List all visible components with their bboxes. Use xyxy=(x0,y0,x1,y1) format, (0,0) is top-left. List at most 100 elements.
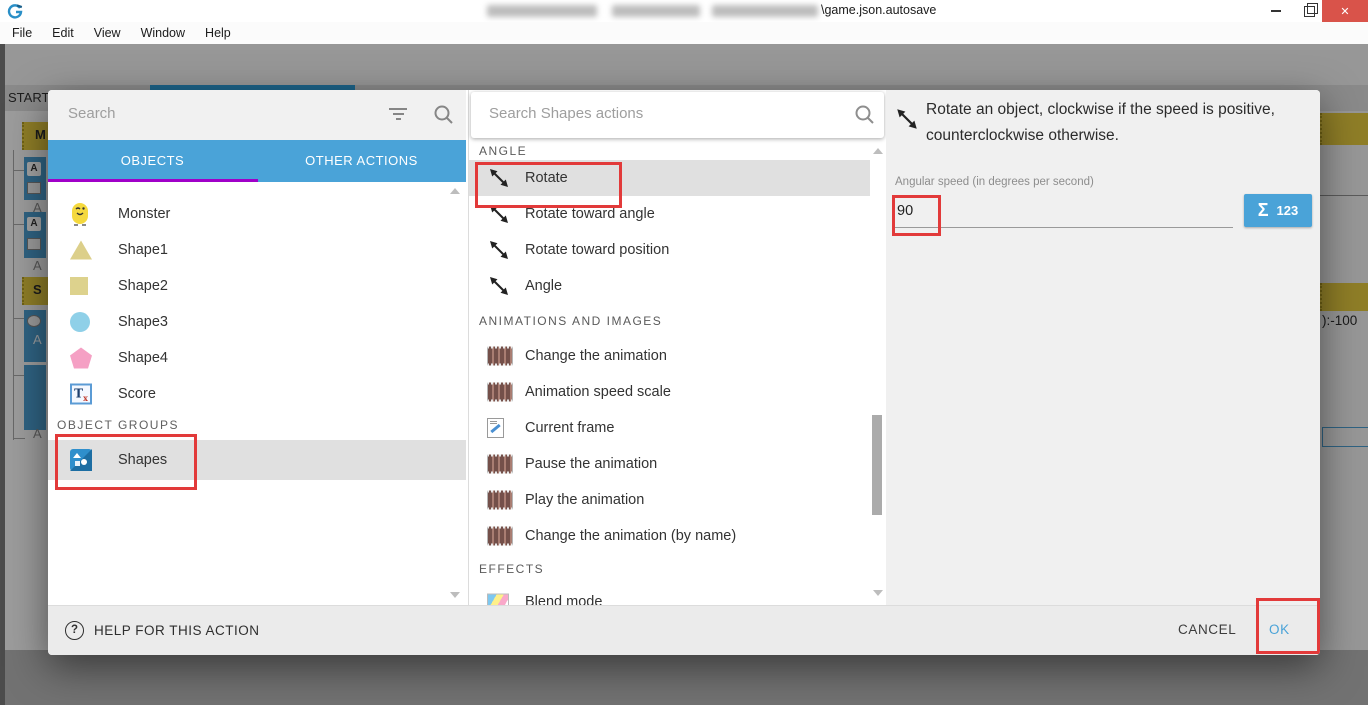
film-strip-icon xyxy=(487,346,513,366)
text-object-icon: Tx xyxy=(70,383,92,405)
scroll-down-icon[interactable] xyxy=(450,592,460,598)
action-label: Play the animation xyxy=(525,492,645,508)
menu-bar: File Edit View Window Help xyxy=(0,22,1368,44)
object-groups-header: OBJECT GROUPS xyxy=(57,418,179,432)
section-header-animations: ANIMATIONS AND IMAGES xyxy=(479,314,663,328)
object-label: Shape1 xyxy=(118,242,168,258)
menu-view[interactable]: View xyxy=(84,22,131,44)
action-row-rotate-toward-position[interactable]: Rotate toward position xyxy=(469,232,870,268)
action-editor-dialog: OBJECTS OTHER ACTIONS Monster Shape1 xyxy=(48,90,1320,655)
scroll-up-icon[interactable] xyxy=(450,188,460,194)
annotation-box-ok-button xyxy=(1256,598,1320,654)
triangle-icon xyxy=(70,240,92,260)
rotate-icon xyxy=(490,241,508,259)
object-label: Shape4 xyxy=(118,350,168,366)
menu-window[interactable]: Window xyxy=(131,22,195,44)
angular-speed-input[interactable] xyxy=(895,194,1235,227)
title-bar: \game.json.autosave ✕ xyxy=(0,0,1368,23)
action-row-pause-animation[interactable]: Pause the animation xyxy=(469,446,870,482)
sigma-icon: Σ xyxy=(1257,200,1269,220)
object-row-monster[interactable]: Monster xyxy=(48,196,466,232)
help-button[interactable]: HELP FOR THIS ACTION xyxy=(94,623,260,638)
action-row-animation-speed[interactable]: Animation speed scale xyxy=(469,374,870,410)
action-label: Current frame xyxy=(525,420,615,436)
object-row-shape2[interactable]: Shape2 xyxy=(48,268,466,304)
left-panel-tabs: OBJECTS OTHER ACTIONS xyxy=(48,140,466,182)
redacted-title-segment xyxy=(487,5,597,17)
menu-file[interactable]: File xyxy=(2,22,42,44)
actions-search-bar xyxy=(471,92,884,138)
annotation-box-rotate-action xyxy=(475,162,622,208)
object-row-score[interactable]: Tx Score xyxy=(48,376,466,412)
expression-button-label: 123 xyxy=(1276,203,1299,218)
objects-search-input[interactable] xyxy=(66,104,370,123)
object-row-shape4[interactable]: Shape4 xyxy=(48,340,466,376)
app-window: \game.json.autosave ✕ File Edit View Win… xyxy=(0,0,1368,705)
action-label: Rotate toward angle xyxy=(525,206,655,222)
film-strip-icon xyxy=(487,526,513,546)
cancel-button[interactable]: CANCEL xyxy=(1178,622,1236,637)
scroll-up-icon[interactable] xyxy=(873,148,883,154)
redacted-title-segment xyxy=(612,5,700,17)
redacted-title-segment xyxy=(712,5,818,17)
object-label: Score xyxy=(118,386,156,402)
field-label: Angular speed (in degrees per second) xyxy=(895,176,1094,188)
object-row-shape1[interactable]: Shape1 xyxy=(48,232,466,268)
restore-icon xyxy=(1303,2,1318,17)
object-row-shape3[interactable]: Shape3 xyxy=(48,304,466,340)
film-strip-icon xyxy=(487,382,513,402)
close-icon: ✕ xyxy=(1340,5,1350,18)
action-row-current-frame[interactable]: Current frame xyxy=(469,410,870,446)
action-label: Change the animation xyxy=(525,348,667,364)
menu-help[interactable]: Help xyxy=(195,22,241,44)
section-header-angle: ANGLE xyxy=(479,144,528,158)
action-row-play-animation[interactable]: Play the animation xyxy=(469,482,870,518)
dialog-footer: ? HELP FOR THIS ACTION CANCEL OK xyxy=(48,605,1320,655)
search-icon[interactable] xyxy=(854,104,875,125)
action-description: Rotate an object, clockwise if the speed… xyxy=(926,101,1275,145)
objects-search-bar xyxy=(48,90,466,140)
object-label: Shape3 xyxy=(118,314,168,330)
scrollbar-thumb[interactable] xyxy=(872,415,882,515)
annotation-box-shapes-group xyxy=(55,434,197,490)
action-detail-panel: Rotate an object, clockwise if the speed… xyxy=(886,90,1320,605)
minimize-button[interactable] xyxy=(1260,0,1292,22)
gdevelop-logo-icon xyxy=(7,4,23,19)
square-icon xyxy=(70,277,88,295)
object-label: Monster xyxy=(118,206,171,222)
search-icon[interactable] xyxy=(433,104,454,125)
rotate-icon xyxy=(897,109,917,129)
object-label: Shape2 xyxy=(118,278,168,294)
film-strip-icon xyxy=(487,454,513,474)
action-row-change-animation-by-name[interactable]: Change the animation (by name) xyxy=(469,518,870,554)
pentagon-icon xyxy=(70,347,92,369)
action-label: Change the animation (by name) xyxy=(525,528,737,544)
circle-icon xyxy=(70,312,90,332)
annotation-box-angular-speed xyxy=(892,195,941,236)
action-row-change-animation[interactable]: Change the animation xyxy=(469,338,870,374)
action-label: Pause the animation xyxy=(525,456,658,472)
film-strip-icon xyxy=(487,490,513,510)
minimize-icon xyxy=(1271,10,1281,12)
menu-edit[interactable]: Edit xyxy=(42,22,84,44)
restore-button[interactable] xyxy=(1293,0,1325,22)
section-header-effects: EFFECTS xyxy=(479,562,545,576)
action-row-angle[interactable]: Angle xyxy=(469,268,870,304)
action-label: Animation speed scale xyxy=(525,384,671,400)
filter-icon[interactable] xyxy=(388,105,408,120)
help-icon: ? xyxy=(65,621,84,640)
action-label: Rotate toward position xyxy=(525,242,670,258)
tab-other-actions[interactable]: OTHER ACTIONS xyxy=(257,140,466,182)
action-label: Angle xyxy=(525,278,563,294)
close-button[interactable]: ✕ xyxy=(1322,0,1368,22)
frame-document-icon xyxy=(487,418,504,438)
window-title: \game.json.autosave xyxy=(821,3,937,17)
objects-list: Monster Shape1 Shape2 Shape3 Shape4 Tx S… xyxy=(48,182,466,605)
expression-editor-button[interactable]: Σ 123 xyxy=(1244,194,1312,227)
tab-objects[interactable]: OBJECTS xyxy=(48,140,257,182)
actions-search-input[interactable] xyxy=(487,104,821,123)
angular-speed-field-wrap xyxy=(895,194,1235,228)
monster-icon xyxy=(72,203,88,226)
scroll-down-icon[interactable] xyxy=(873,590,883,596)
rotate-icon xyxy=(490,277,508,295)
